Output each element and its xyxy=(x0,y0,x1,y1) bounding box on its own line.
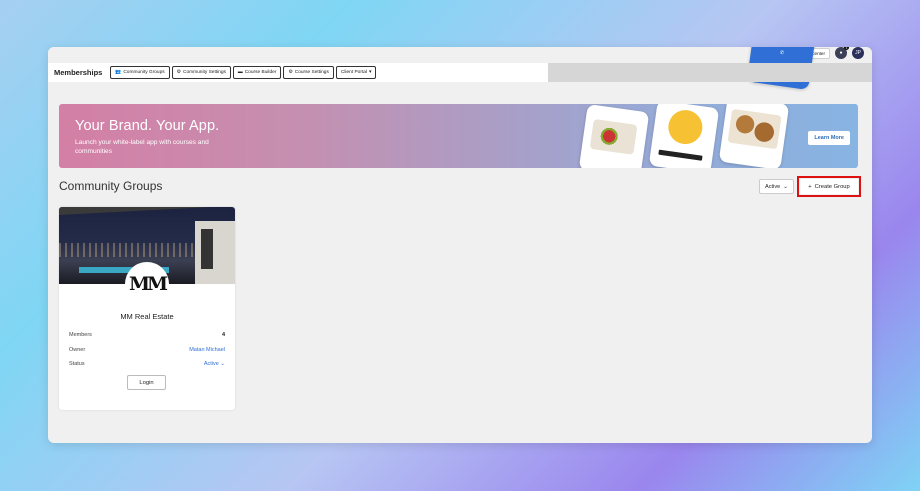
nav-bar: Memberships 👥 Community Groups ⚙ Communi… xyxy=(48,63,872,82)
status-row: Status Active ⌄ xyxy=(69,361,225,367)
banner-title: Your Brand. Your App. xyxy=(75,118,220,134)
tab-community-groups[interactable]: 👥 Community Groups xyxy=(110,66,170,79)
members-value: 4 xyxy=(221,332,225,338)
members-row: Members 4 xyxy=(69,332,225,338)
app-window: ☰ My Tasks ? Help Center ✆ ● 1 JP Member… xyxy=(48,47,872,443)
phone-mockup xyxy=(648,104,720,168)
tab-label: Community Groups xyxy=(123,70,165,75)
notification-badge: 1 xyxy=(844,47,849,50)
banner-subtitle: Launch your white-label app with courses… xyxy=(75,139,209,155)
group-card: MM MM Real Estate Members 4 Owner Matan … xyxy=(59,207,235,410)
top-bar: ☰ My Tasks ? Help Center ✆ ● 1 JP xyxy=(48,47,872,90)
phone-icon: ✆ xyxy=(779,49,785,57)
avatar[interactable]: JP xyxy=(852,47,864,59)
tab-label: Client Portal xyxy=(340,70,368,75)
status-value: Active xyxy=(203,361,219,367)
owner-row: Owner Matan Michael xyxy=(69,347,225,353)
tab-label: Course Builder xyxy=(244,70,277,75)
people-icon: 👥 xyxy=(115,70,122,75)
nav-tabs-strip: Memberships 👥 Community Groups ⚙ Communi… xyxy=(48,63,548,82)
notifications-button[interactable]: ● 1 xyxy=(835,47,849,59)
create-group-button[interactable]: + Create Group xyxy=(800,179,858,194)
tab-label: Community Settings xyxy=(182,70,226,75)
gear-icon: ⚙ xyxy=(288,70,293,75)
status-filter-value: Active xyxy=(765,183,781,190)
tab-community-settings[interactable]: ⚙ Community Settings xyxy=(171,66,231,79)
status-label: Status xyxy=(69,361,85,367)
bell-icon: ● xyxy=(839,50,843,56)
tab-course-settings[interactable]: ⚙ Course Settings xyxy=(283,66,334,79)
app-preview-illustration xyxy=(578,104,809,168)
tab-course-builder[interactable]: ▬ Course Builder xyxy=(232,66,282,79)
learn-more-button[interactable]: Learn More xyxy=(808,131,850,145)
create-group-label: Create Group xyxy=(814,183,850,190)
tab-client-portal[interactable]: Client Portal ▾ xyxy=(335,66,377,79)
owner-link[interactable]: Matan Michael xyxy=(189,347,225,353)
gear-icon: ⚙ xyxy=(176,70,181,75)
create-group-highlight: + Create Group xyxy=(797,176,861,197)
main-content: Your Brand. Your App. Launch your white-… xyxy=(48,82,872,443)
chevron-down-icon: ⌄ xyxy=(220,361,225,367)
phone-mockup xyxy=(718,104,790,168)
members-label: Members xyxy=(69,332,92,338)
group-name: MM Real Estate xyxy=(120,312,174,321)
top-right-actions: ☰ My Tasks ? Help Center ✆ ● 1 JP xyxy=(746,47,864,90)
group-logo: MM xyxy=(125,262,169,306)
status-filter-dropdown[interactable]: Active ⌄ xyxy=(759,179,794,194)
login-button[interactable]: Login xyxy=(127,375,166,390)
page-title: Memberships xyxy=(54,68,103,77)
avatar-initials: JP xyxy=(855,50,861,56)
nav-divider xyxy=(536,63,548,82)
phone-mockup xyxy=(578,104,650,168)
plus-icon: + xyxy=(808,183,812,190)
section-title: Community Groups xyxy=(59,179,163,193)
owner-label: Owner xyxy=(69,347,86,353)
chevron-down-icon: ⌄ xyxy=(783,183,788,190)
monitor-icon: ▬ xyxy=(237,70,243,75)
promo-banner: Your Brand. Your App. Launch your white-… xyxy=(59,104,858,168)
status-dropdown[interactable]: Active ⌄ xyxy=(204,361,225,367)
tab-label: Course Settings xyxy=(294,70,329,75)
chevron-down-icon: ▾ xyxy=(369,70,372,75)
